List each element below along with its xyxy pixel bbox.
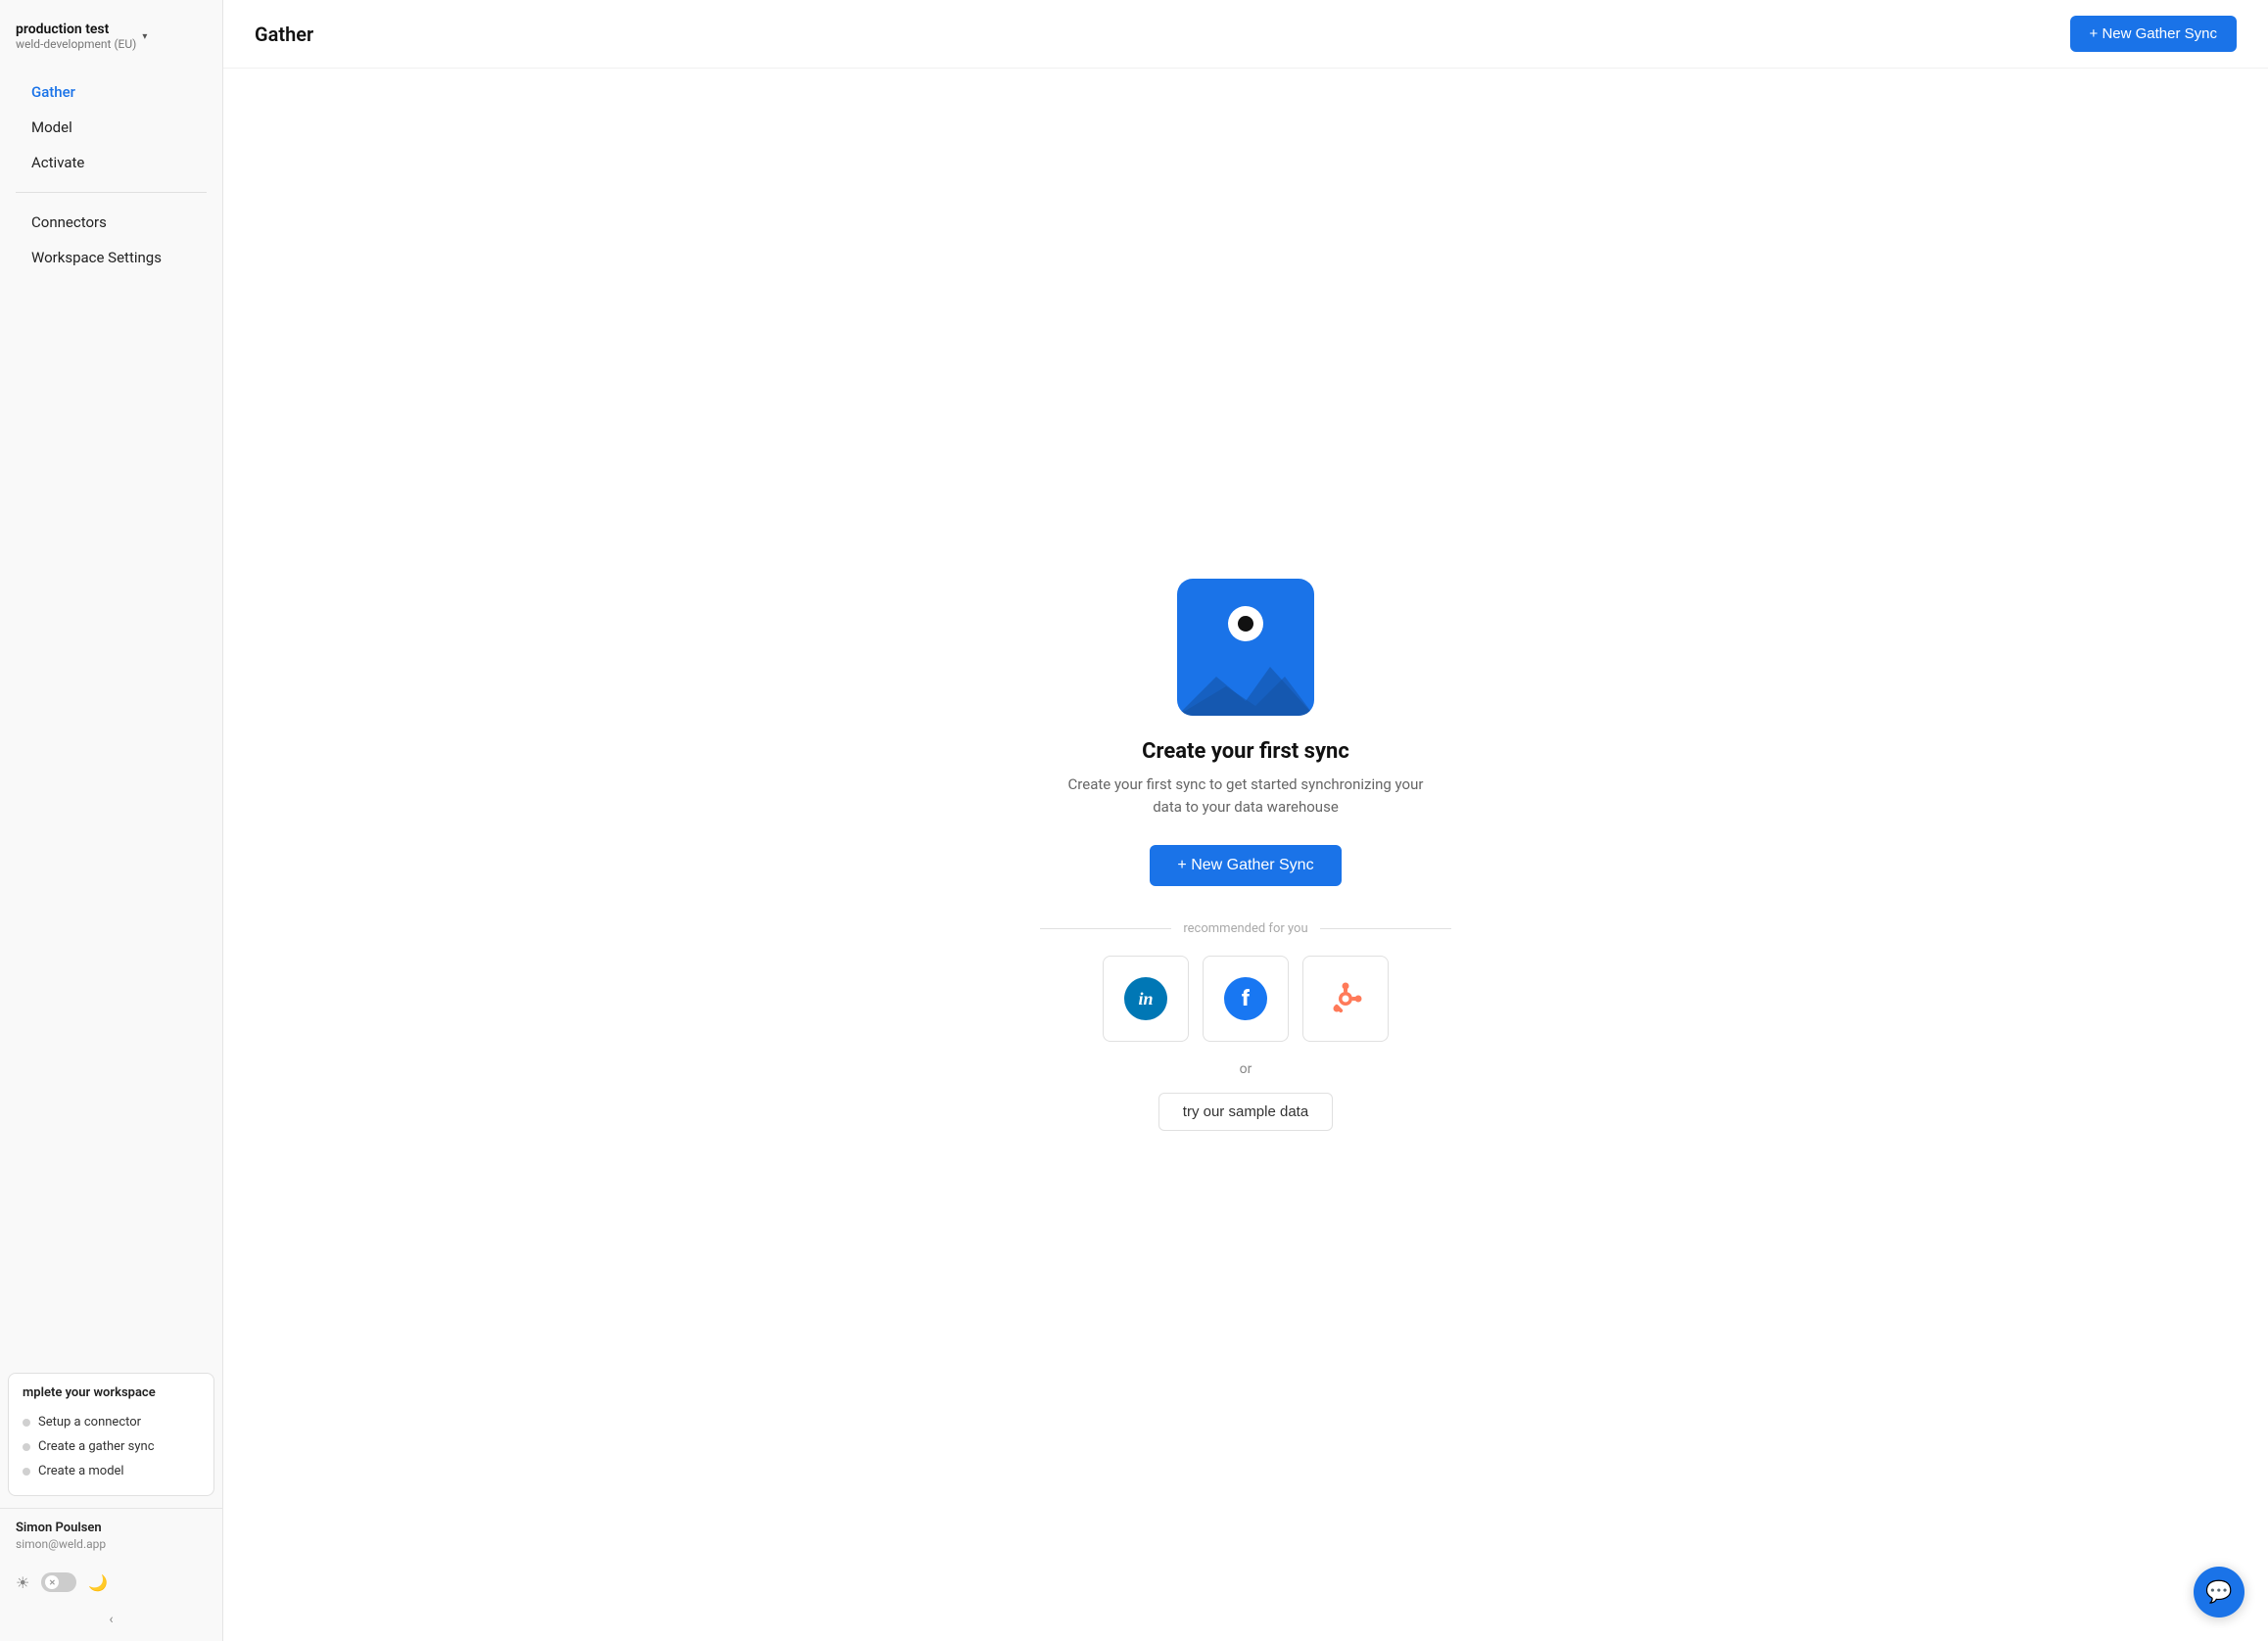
chat-bubble-button[interactable]: 💬 xyxy=(2194,1567,2244,1618)
sidebar-item-connectors[interactable]: Connectors xyxy=(16,205,207,240)
or-label: or xyxy=(1240,1061,1252,1077)
new-gather-sync-button-top[interactable]: + New Gather Sync xyxy=(2070,16,2237,52)
new-gather-sync-button-center[interactable]: + New Gather Sync xyxy=(1150,845,1341,886)
sidebar-item-model[interactable]: Model xyxy=(16,110,207,145)
complete-dot-icon xyxy=(23,1419,30,1427)
page-title: Gather xyxy=(255,23,313,46)
hubspot-icon xyxy=(1324,977,1367,1020)
sample-data-button[interactable]: try our sample data xyxy=(1158,1093,1333,1131)
toggle-handle: ✕ xyxy=(45,1575,59,1589)
primary-nav: Gather Model Activate xyxy=(16,67,207,188)
setup-connector-item[interactable]: Setup a connector xyxy=(23,1410,200,1434)
workspace-sub: weld-development (EU) xyxy=(16,37,136,51)
complete-dot-icon xyxy=(23,1468,30,1476)
create-gather-sync-item[interactable]: Create a gather sync xyxy=(23,1434,200,1459)
sidebar-item-gather[interactable]: Gather xyxy=(16,74,207,110)
workspace-info: production test weld-development (EU) xyxy=(16,22,136,51)
gather-circle-icon xyxy=(1228,606,1263,641)
main-content: Gather + New Gather Sync Create your fir… xyxy=(223,0,2268,1641)
moon-icon[interactable]: 🌙 xyxy=(88,1573,108,1592)
workspace-name: production test xyxy=(16,22,136,37)
sidebar-item-workspace-settings[interactable]: Workspace Settings xyxy=(16,240,207,275)
mountains-svg xyxy=(1177,657,1314,716)
sidebar-bottom: mplete your workspace Setup a connector … xyxy=(0,1361,222,1641)
content-center: Create your first sync Create your first… xyxy=(223,69,2268,1641)
chevron-down-icon: ▾ xyxy=(142,31,147,42)
recommended-label: recommended for you xyxy=(1183,921,1307,936)
user-email: simon@weld.app xyxy=(16,1537,207,1551)
rec-line-right xyxy=(1320,928,1451,929)
complete-dot-icon xyxy=(23,1443,30,1451)
complete-workspace-box: mplete your workspace Setup a connector … xyxy=(8,1373,214,1496)
nav-divider xyxy=(16,192,207,193)
linkedin-icon: in xyxy=(1124,977,1167,1020)
create-first-sync-title: Create your first sync xyxy=(1142,739,1349,764)
sidebar: production test weld-development (EU) ▾ … xyxy=(0,0,223,1641)
sun-icon[interactable]: ☀ xyxy=(16,1573,29,1592)
user-section: Simon Poulsen simon@weld.app xyxy=(0,1508,222,1563)
complete-workspace-title: mplete your workspace xyxy=(23,1385,200,1400)
sidebar-top: production test weld-development (EU) ▾ … xyxy=(0,0,222,283)
collapse-sidebar-button[interactable]: ‹ xyxy=(0,1604,222,1641)
topbar: Gather + New Gather Sync xyxy=(223,0,2268,69)
linkedin-connector[interactable]: in xyxy=(1103,956,1189,1042)
facebook-connector[interactable]: f xyxy=(1203,956,1289,1042)
create-model-item[interactable]: Create a model xyxy=(23,1459,200,1483)
rec-line-left xyxy=(1040,928,1171,929)
chat-bubble-icon: 💬 xyxy=(2205,1580,2232,1605)
connector-icons-row: in f xyxy=(1103,956,1389,1042)
gather-icon xyxy=(1177,579,1314,716)
recommended-divider: recommended for you xyxy=(1040,921,1451,936)
theme-bar: ☀ ✕ 🌙 xyxy=(0,1563,222,1604)
secondary-nav: Connectors Workspace Settings xyxy=(16,197,207,283)
gather-circle-inner xyxy=(1238,616,1253,632)
workspace-selector[interactable]: production test weld-development (EU) ▾ xyxy=(16,18,207,67)
sidebar-item-activate[interactable]: Activate xyxy=(16,145,207,180)
hubspot-connector[interactable] xyxy=(1302,956,1389,1042)
create-first-sync-desc: Create your first sync to get started sy… xyxy=(1060,774,1432,818)
theme-toggle[interactable]: ✕ xyxy=(41,1572,76,1592)
user-name: Simon Poulsen xyxy=(16,1521,207,1535)
facebook-icon: f xyxy=(1224,977,1267,1020)
